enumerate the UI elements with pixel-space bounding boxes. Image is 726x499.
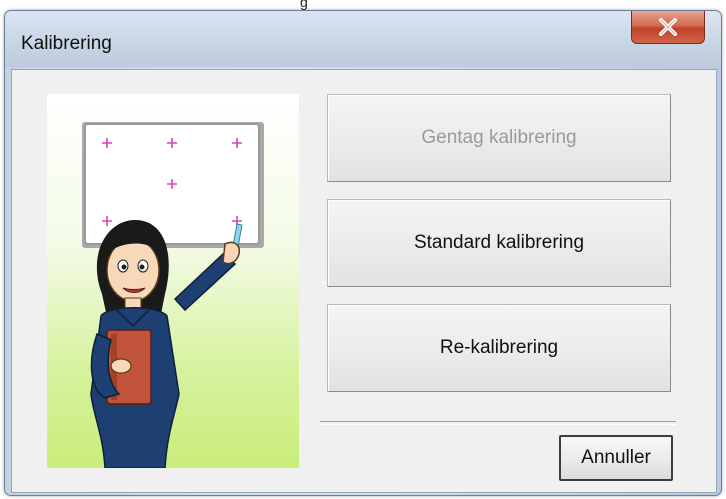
repeat-calibration-button[interactable]: Gentag kalibrering — [327, 94, 671, 182]
background-window-title: g — [300, 0, 308, 10]
window-title: Kalibrering — [21, 33, 112, 54]
calibration-illustration — [47, 94, 299, 469]
title-bar[interactable]: Kalibrering — [5, 11, 721, 67]
close-icon — [659, 18, 677, 36]
standard-calibration-button[interactable]: Standard kalibrering — [327, 199, 671, 287]
dialog-content: Gentag kalibrering Standard kalibrering … — [11, 69, 717, 493]
close-button[interactable] — [631, 11, 705, 44]
calibration-illustration-icon — [82, 122, 264, 469]
recalibration-button[interactable]: Re-kalibrering — [327, 304, 671, 392]
separator — [320, 421, 676, 425]
cancel-button[interactable]: Annuller — [559, 435, 673, 481]
calibration-dialog: Kalibrering Gentag kalibrering Standard … — [4, 10, 722, 496]
